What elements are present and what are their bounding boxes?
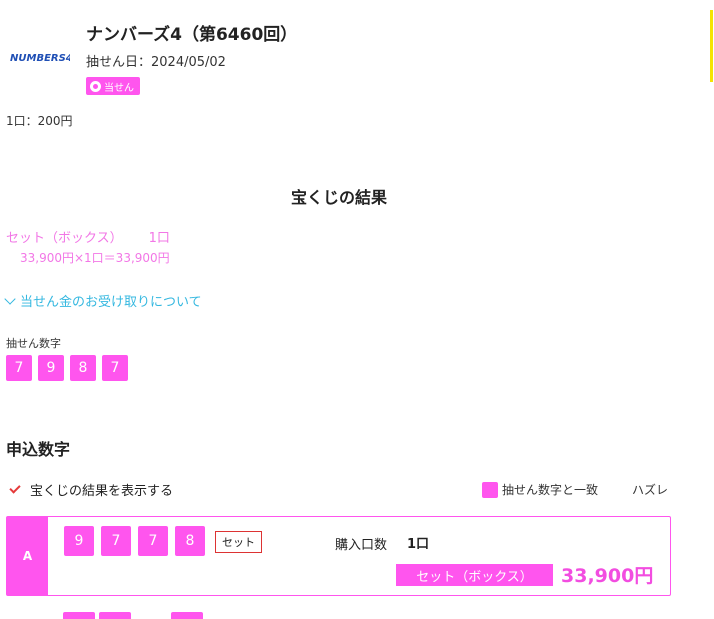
numbers4-logo: NUMBERS4 — [10, 53, 70, 64]
medal-icon — [90, 80, 101, 92]
ticket-digit: 8 — [175, 526, 205, 556]
ticket-digit: 9 — [64, 526, 94, 556]
buy-count-value: 1口 — [407, 537, 430, 552]
win-badge-label: 当せん — [104, 82, 134, 94]
prize-receipt-link[interactable]: 当せん金のお受け取りについて — [4, 291, 202, 310]
prize-count: 1口 — [148, 231, 170, 246]
unit-price: 1口：200円 — [6, 114, 73, 128]
winning-digit: 7 — [102, 355, 128, 381]
buy-count-label: 購入口数 — [335, 538, 388, 553]
ticket-digit — [99, 612, 131, 619]
ticket-prize-amount: 33,900円 — [561, 565, 654, 587]
legend-miss: ハズレ — [632, 483, 669, 497]
result-legend: 抽せん数字と一致 ハズレ — [482, 481, 668, 498]
prize-calculation: 33,900円×1口＝33,900円 — [20, 251, 170, 265]
winning-digit: 9 — [38, 355, 64, 381]
ticket-digit — [171, 612, 203, 619]
logo-text: NUMBERS4 — [10, 53, 70, 64]
prize-receipt-link-label: 当せん金のお受け取りについて — [20, 295, 202, 310]
ticket-digits: 9 7 7 8 — [64, 526, 205, 556]
scrollbar[interactable] — [710, 10, 713, 82]
winning-digit: 8 — [70, 355, 96, 381]
lottery-result-page: NUMBERS4 ナンバーズ4（第6460回） 抽せん日：2024/05/02 … — [0, 0, 714, 619]
ticket-label: A — [7, 517, 48, 595]
winning-numbers-label: 抽せん数字 — [6, 337, 61, 350]
legend-match: 抽せん数字と一致 — [502, 483, 599, 497]
show-result-toggle[interactable]: 宝くじの結果を表示する — [9, 480, 174, 499]
ticket-digit: 7 — [138, 526, 168, 556]
winning-numbers: 7 9 8 7 — [6, 355, 128, 381]
show-result-toggle-label: 宝くじの結果を表示する — [30, 484, 174, 499]
set-tag: セット — [215, 531, 262, 553]
ticket-digit: 7 — [101, 526, 131, 556]
applied-numbers-heading: 申込数字 — [6, 440, 71, 459]
chevron-down-icon — [4, 292, 16, 305]
prize-type: セット（ボックス） — [6, 231, 123, 246]
match-swatch — [482, 481, 498, 498]
ticket-digit — [63, 612, 95, 619]
ticket-card: A 9 7 7 8 セット 購入口数 1口 セット（ボックス） 33,900円 — [6, 516, 671, 596]
next-ticket-digits — [63, 612, 207, 619]
win-status-badge: 当せん — [86, 77, 140, 95]
draw-date: 抽せん日：2024/05/02 — [86, 55, 226, 70]
result-heading: 宝くじの結果 — [290, 188, 387, 207]
prize-summary: セット（ボックス） 1口 — [6, 227, 170, 246]
winning-digit: 7 — [6, 355, 32, 381]
ticket-result-tag: セット（ボックス） — [396, 564, 553, 586]
check-icon — [9, 482, 21, 494]
page-title: ナンバーズ4（第6460回） — [86, 25, 298, 45]
